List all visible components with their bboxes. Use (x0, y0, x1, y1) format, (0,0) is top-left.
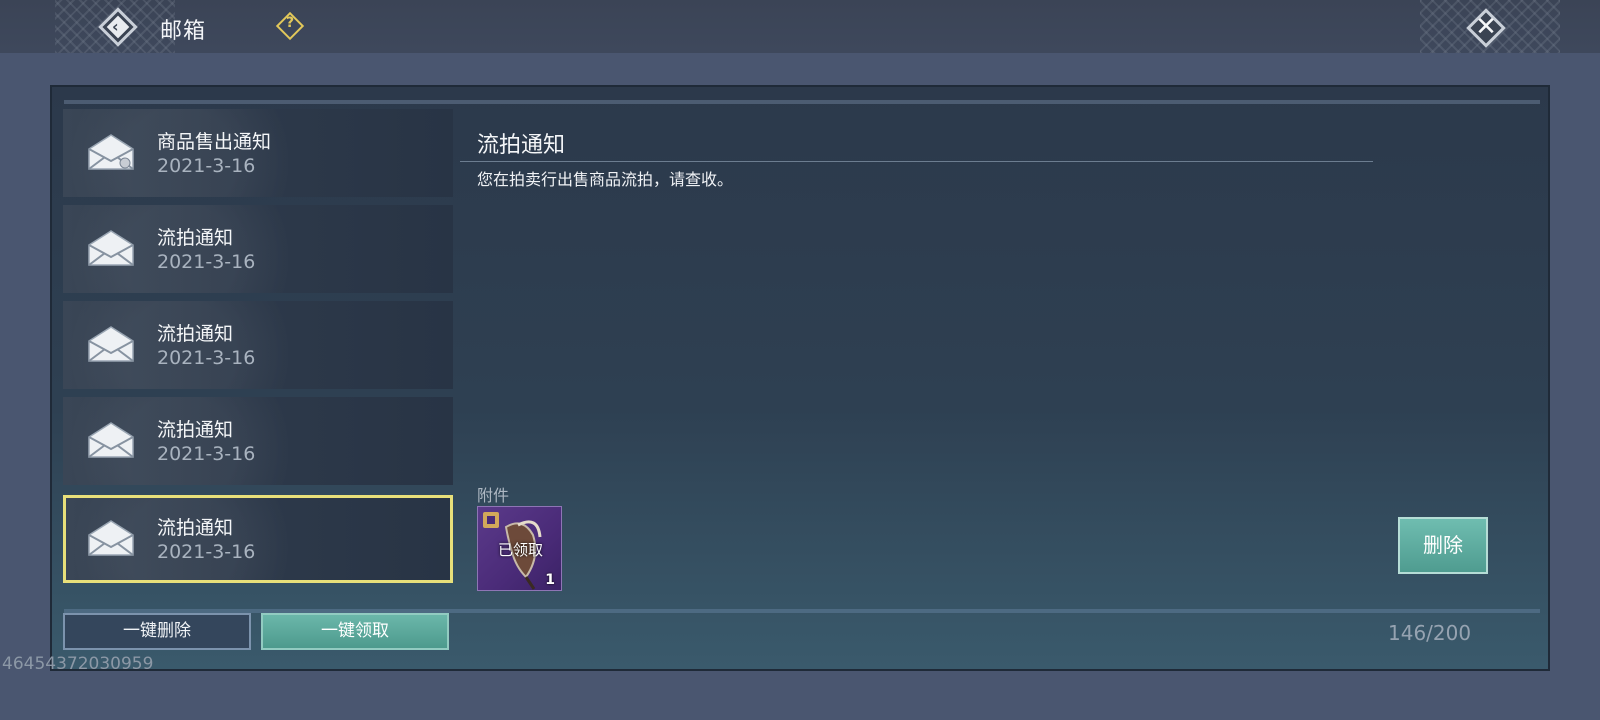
help-button[interactable]: ? (275, 11, 305, 41)
attachment-label: 附件 (477, 486, 510, 505)
mail-count: 146/200 (1388, 621, 1472, 645)
mail-date: 2021-3-16 (157, 251, 256, 273)
mail-subject: 商品售出通知 (157, 131, 272, 153)
top-bar: ‹ 邮箱 ? ✕ (0, 0, 1600, 53)
mail-detail: 流拍通知 您在拍卖行出售商品流拍，请查收。 附件 已领取 1 (460, 109, 1510, 604)
mail-subject: 流拍通知 (157, 323, 234, 345)
divider (64, 100, 1540, 104)
claimed-status: 已领取 (497, 541, 543, 559)
mail-date: 2021-3-16 (157, 443, 256, 465)
envelope-icon (88, 422, 134, 458)
mail-subject: 流拍通知 (157, 419, 234, 441)
mail-date: 2021-3-16 (157, 541, 256, 563)
mail-detail-body: 您在拍卖行出售商品流拍，请查收。 (477, 170, 734, 189)
mail-item-selected[interactable]: 流拍通知 2021-3-16 (63, 495, 453, 583)
delete-all-button[interactable]: 一键删除 (63, 613, 251, 650)
divider (460, 161, 1373, 162)
mail-date: 2021-3-16 (157, 155, 256, 177)
mail-detail-title: 流拍通知 (477, 133, 566, 158)
envelope-icon (88, 230, 134, 266)
mail-date: 2021-3-16 (157, 347, 256, 369)
mail-item[interactable]: 流拍通知 2021-3-16 (63, 301, 453, 389)
back-button[interactable]: ‹ (98, 7, 138, 47)
mail-item[interactable]: 流拍通知 2021-3-16 (63, 397, 453, 485)
mail-item[interactable]: 商品售出通知 2021-3-16 (63, 109, 453, 197)
chevron-left-icon: ‹ (112, 17, 119, 36)
claim-all-button[interactable]: 一键领取 (261, 613, 449, 650)
item-count: 1 (545, 572, 555, 588)
attachment-item[interactable]: 已领取 1 (477, 506, 562, 591)
mail-subject: 流拍通知 (157, 517, 234, 539)
mail-panel: 商品售出通知 2021-3-16 流拍通知 2021-3-16 流拍通知 202… (50, 85, 1550, 671)
delete-button[interactable]: 删除 (1398, 517, 1488, 574)
mail-subject: 流拍通知 (157, 227, 234, 249)
envelope-icon (88, 520, 134, 556)
player-uid: 46454372030959 (2, 654, 154, 674)
page-title: 邮箱 (160, 19, 207, 44)
envelope-icon (88, 326, 134, 362)
mail-item[interactable]: 流拍通知 2021-3-16 (63, 205, 453, 293)
close-button[interactable]: ✕ (1466, 8, 1506, 48)
envelope-icon (88, 134, 134, 170)
